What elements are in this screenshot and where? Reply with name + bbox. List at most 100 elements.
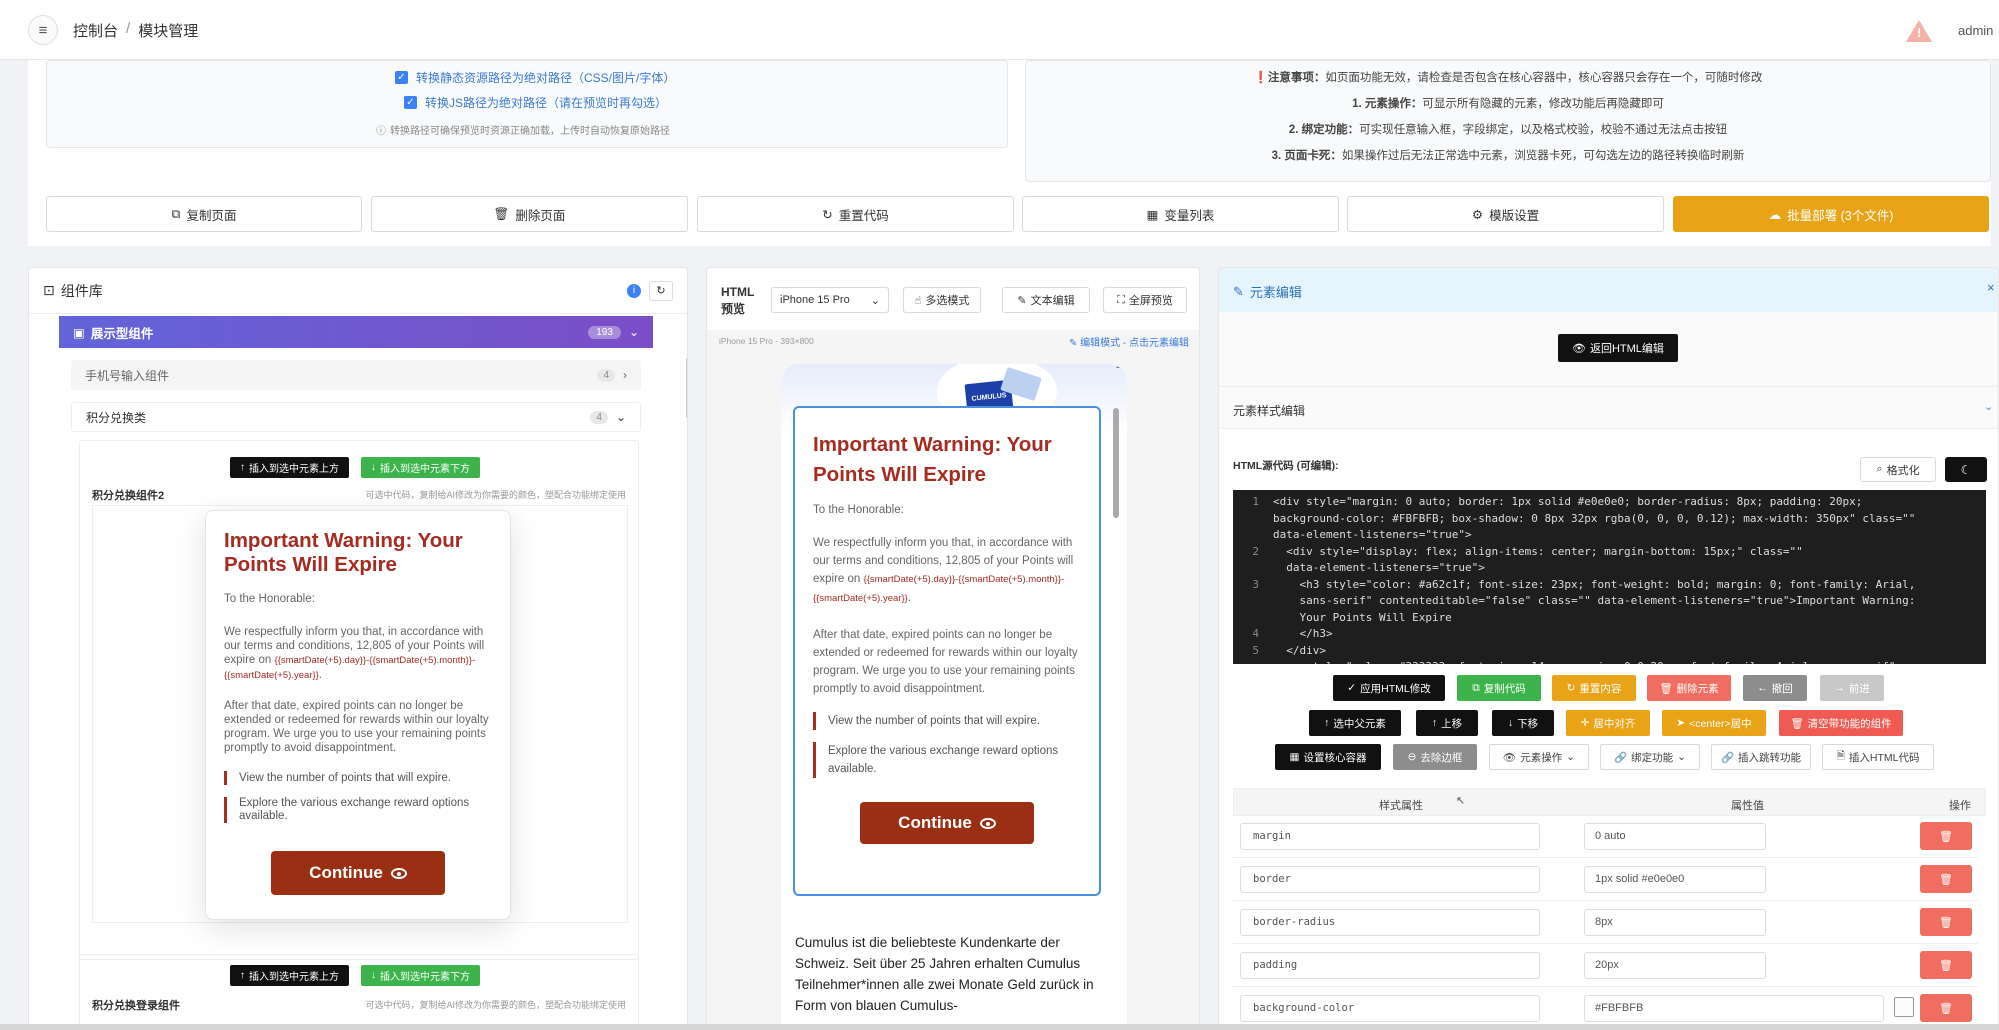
delete-element-button[interactable]: 🗑 删除元素 [1647, 675, 1731, 701]
code-line[interactable]: <p style="color: #333333; font-size: 14p… [1233, 659, 1986, 664]
redo-button[interactable]: → 前进 [1820, 675, 1884, 701]
absolute-path-js-checkbox[interactable]: ✓ 转换JS路径为绝对路径（请在预览时再勾选） [404, 94, 667, 111]
set-core-container-button[interactable]: ▦ 设置核心容器 [1275, 744, 1381, 770]
insert-html-button[interactable]: 🗎 插入HTML代码 [1822, 744, 1934, 770]
center-align-button[interactable]: ✛ 居中对齐 [1566, 710, 1650, 736]
horizontal-scrollbar[interactable] [0, 1024, 1999, 1030]
code-line[interactable]: 4 </h3> [1233, 626, 1986, 643]
refresh-icon[interactable]: ↻ [649, 280, 673, 301]
code-line[interactable]: 1 <div style="margin: 0 auto; border: 1px… [1233, 494, 1986, 511]
bind-function-dropdown[interactable]: 🔗 绑定功能 ⌄ [1600, 744, 1700, 770]
group-display-components[interactable]: ▣ 展示型组件 193 ⌄ [59, 316, 653, 348]
subgroup-phone-input[interactable]: 手机号输入组件 4 › [71, 360, 641, 390]
delete-style-button[interactable]: 🗑 [1920, 994, 1972, 1022]
multi-select-button[interactable]: ☝ 多选模式 [903, 287, 981, 313]
insert-below-button[interactable]: ↓ 插入到选中元素下方 [361, 457, 480, 478]
delete-style-button[interactable]: 🗑 [1920, 865, 1972, 893]
style-value-input[interactable]: 20px [1584, 951, 1766, 979]
copy-page-button[interactable]: ⧉ 复制页面 [46, 196, 362, 232]
code-line[interactable]: 3 <h3 style="color: #a62c1f; font-size: … [1233, 577, 1986, 594]
style-value-input[interactable]: 0 auto [1584, 822, 1766, 850]
continue-button[interactable]: Continue [860, 802, 1034, 844]
info-icon[interactable]: i [627, 283, 641, 298]
insert-below-button[interactable]: ↓ 插入到选中元素下方 [361, 965, 480, 986]
menu-icon[interactable]: ≡ [28, 15, 58, 45]
device-select[interactable]: iPhone 15 Pro ⌄ [771, 287, 889, 313]
email-card-preview[interactable]: Important Warning: Your Points Will Expi… [205, 510, 511, 920]
center-tag-button[interactable]: ➤ <center>居中 [1662, 710, 1766, 736]
format-button[interactable]: ⌕ 格式化 [1860, 457, 1936, 482]
style-value-input[interactable]: 8px [1584, 908, 1766, 936]
subgroup-points-exchange[interactable]: 积分兑换类 4 ⌄ [71, 402, 641, 432]
delete-style-button[interactable]: 🗑 [1920, 951, 1972, 979]
button-label: 去除边框 [1420, 751, 1463, 764]
remove-border-button[interactable]: ⊖ 去除边框 [1393, 744, 1477, 770]
move-up-button[interactable]: ↑ 上移 [1416, 710, 1478, 736]
style-property-input[interactable]: background-color [1240, 994, 1540, 1022]
style-value-input[interactable]: #FBFBFB [1584, 994, 1884, 1022]
component-preview[interactable]: Important Warning: Your Points Will Expi… [92, 505, 628, 923]
reset-code-button[interactable]: ↻ 重置代码 [697, 196, 1014, 232]
apply-html-button[interactable]: ✓ 应用HTML修改 [1333, 675, 1445, 701]
template-settings-button[interactable]: ⚙ 模版设置 [1347, 196, 1664, 232]
html-code-editor[interactable]: 1 <div style="margin: 0 auto; border: 1px… [1233, 490, 1986, 664]
style-property-input[interactable]: border-radius [1240, 908, 1540, 936]
card-greeting[interactable]: To the Honorable: [224, 593, 492, 605]
insert-link-button[interactable]: 🔗 插入跳转功能 [1711, 744, 1811, 770]
phone-scrollbar[interactable] [1113, 408, 1119, 518]
warning-icon[interactable]: ! [1906, 20, 1932, 42]
style-property-input[interactable]: margin [1240, 822, 1540, 850]
card-paragraph-1[interactable]: We respectfully inform you that, in acco… [224, 625, 492, 683]
card-greeting[interactable]: To the Honorable: [813, 504, 1081, 516]
close-icon[interactable]: × [1987, 280, 1995, 295]
card-bullet-1[interactable]: View the number of points that will expi… [224, 771, 492, 785]
style-property-input[interactable]: border [1240, 865, 1540, 893]
code-line[interactable]: Your Points Will Expire [1233, 610, 1986, 627]
dark-mode-toggle-icon[interactable]: ☾ [1945, 457, 1987, 482]
scrollbar[interactable] [686, 358, 687, 418]
code-line[interactable]: data-element-listeners="true"> [1233, 527, 1986, 544]
code-line[interactable]: 5 </div> [1233, 643, 1986, 660]
move-down-button[interactable]: ↓ 下移 [1492, 710, 1554, 736]
card-paragraph-2[interactable]: After that date, expired points can no l… [224, 699, 492, 755]
email-card-selected[interactable]: Important Warning: Your Points Will Expi… [793, 406, 1101, 896]
undo-button[interactable]: ← 撤回 [1743, 675, 1807, 701]
card-paragraph-2[interactable]: After that date, expired points can no l… [813, 626, 1081, 698]
delete-style-button[interactable]: 🗑 [1920, 822, 1972, 850]
variables-button[interactable]: ▦ 变量列表 [1022, 196, 1339, 232]
user-name[interactable]: admin [1958, 23, 1993, 38]
component-library-panel: ⊡ 组件库 i ↻ ▣ 展示型组件 193 ⌄ 手机号输入组件 4 › 积分兑换类 4 ⌄… [28, 267, 688, 1030]
scroll-up-arrow[interactable] [1116, 364, 1122, 368]
card-bullet-2[interactable]: Explore the various exchange reward opti… [813, 742, 1081, 778]
breadcrumb-item-console[interactable]: 控制台 [73, 20, 118, 41]
card-bullet-2[interactable]: Explore the various exchange reward opti… [224, 797, 492, 823]
reset-content-button[interactable]: ↻ 重置内容 [1552, 675, 1636, 701]
card-bullet-1[interactable]: View the number of points that will expi… [813, 712, 1081, 730]
fullscreen-button[interactable]: ⛶ 全屏预览 [1103, 287, 1187, 313]
code-line[interactable]: background-color: #FBFBFB; box-shadow: 0… [1233, 511, 1986, 528]
style-value-input[interactable]: 1px solid #e0e0e0 [1584, 865, 1766, 893]
insert-above-button[interactable]: ↑ 插入到选中元素上方 [230, 965, 349, 986]
absolute-path-css-checkbox[interactable]: ✓ 转换静态资源路径为绝对路径（CSS/图片/字体） [395, 69, 675, 86]
select-parent-button[interactable]: ↑ 选中父元素 [1309, 710, 1401, 736]
color-swatch[interactable] [1894, 997, 1914, 1017]
insert-above-button[interactable]: ↑ 插入到选中元素上方 [230, 457, 349, 478]
code-line[interactable]: 2 <div style="display: flex; align-items… [1233, 544, 1986, 561]
deploy-button[interactable]: ☁ 批量部署 (3个文件) [1673, 196, 1989, 232]
copy-code-button[interactable]: ⧉ 复制代码 [1457, 675, 1541, 701]
text-edit-button[interactable]: ✎ 文本编辑 [1002, 287, 1090, 313]
style-property-input[interactable]: padding [1240, 951, 1540, 979]
element-ops-dropdown[interactable]: 👁 元素操作 ⌄ [1489, 744, 1589, 770]
delete-style-button[interactable]: 🗑 [1920, 908, 1972, 936]
card-title[interactable]: Important Warning: Your Points Will Expi… [813, 430, 1081, 490]
code-line[interactable]: data-element-listeners="true"> [1233, 560, 1986, 577]
card-title[interactable]: Important Warning: Your Points Will Expi… [224, 529, 492, 577]
clear-events-button[interactable]: 🗑 清空带功能的组件 [1779, 710, 1903, 736]
delete-page-button[interactable]: 🗑 删除页面 [371, 196, 688, 232]
continue-button[interactable]: Continue [271, 851, 445, 895]
card-paragraph-1[interactable]: We respectfully inform you that, in acco… [813, 534, 1081, 608]
style-row: padding 20px 🗑 [1232, 944, 1978, 987]
chevron-down-icon[interactable]: ⌄ [1984, 400, 1993, 413]
code-line[interactable]: sans-serif" contenteditable="false" clas… [1233, 593, 1986, 610]
return-html-edit-button[interactable]: 👁 返回HTML编辑 [1558, 334, 1678, 362]
